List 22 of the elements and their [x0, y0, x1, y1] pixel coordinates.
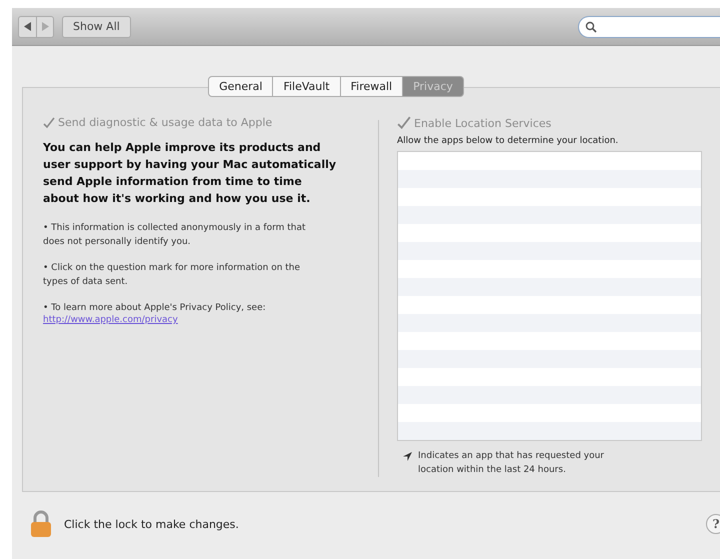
back-forward-control[interactable] [18, 16, 54, 38]
search-icon [585, 20, 597, 32]
tab[interactable]: Firewall [340, 76, 404, 97]
location-arrow-icon [403, 452, 412, 461]
note-text: • To learn more about Apple's Privacy Policy, see: [43, 302, 267, 315]
checkmark-icon [43, 116, 55, 128]
intro-text: You can help Apple improve its products and user support by having your Mac automatically send Apple information from time to time about how it's working and how you use it. [43, 140, 338, 207]
legend-text: Indicates an app that has requested your location within the last 24 hours. [418, 450, 605, 477]
tab[interactable]: General [208, 76, 274, 97]
caption-text: Allow the apps below to determine your location. [397, 136, 620, 146]
search-field[interactable] [578, 16, 720, 38]
lock-icon[interactable] [30, 510, 52, 538]
back-icon [24, 22, 30, 31]
note-text: • Click on the question mark for more information on the types of data sent. [43, 262, 302, 289]
note-text: • This information is collected anonymously in a form that does not personally identify you. [43, 222, 307, 249]
lock-hint-text: Click the lock to make changes. [64, 518, 239, 530]
checkmark-icon [397, 116, 411, 130]
show-all-button[interactable]: Show All [62, 16, 131, 38]
help-button[interactable]: ? [706, 514, 720, 534]
forward-icon [42, 22, 48, 31]
privacy-link[interactable]: http://www.apple.com/privacy [43, 315, 178, 325]
tab[interactable]: FileVault [273, 76, 341, 97]
